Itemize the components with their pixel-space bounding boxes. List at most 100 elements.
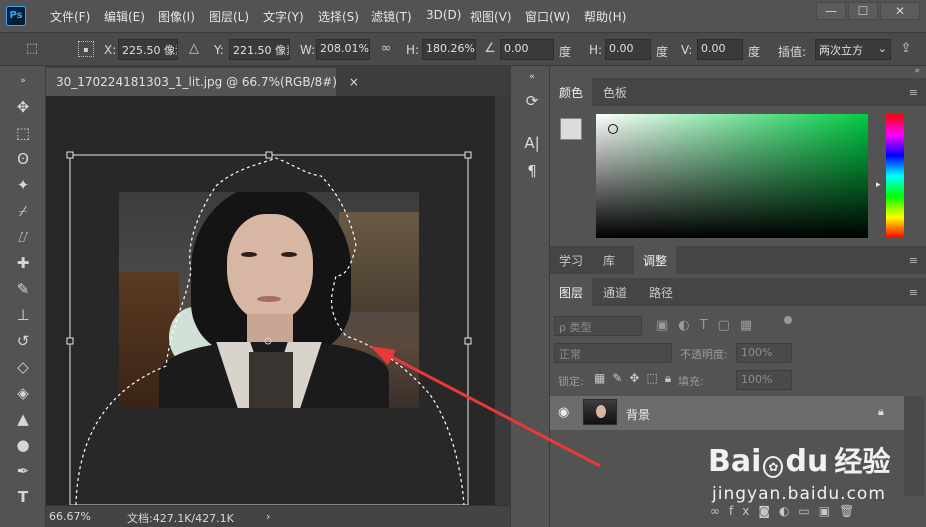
tab-learn[interactable]: 学习 — [550, 246, 592, 274]
menu-help[interactable]: 帮助(H) — [584, 8, 626, 25]
watermark-url: jingyan.baidu.com — [712, 484, 886, 504]
close-button[interactable]: ✕ — [880, 2, 920, 20]
transform-tool-icon[interactable]: ⬚ — [24, 41, 40, 57]
hue-slider-handle[interactable]: ▸ — [876, 180, 881, 190]
color-panel-tabs: 颜色 色板 ≡ — [550, 78, 926, 106]
filter-toggle-icon[interactable] — [784, 316, 792, 324]
reference-point-icon[interactable]: ▪ — [78, 41, 94, 57]
minimize-button[interactable]: — — [816, 2, 846, 20]
zoom-level[interactable]: 66.67% — [49, 510, 91, 523]
move-tool-icon[interactable]: ✥ — [10, 96, 36, 118]
h-field[interactable]: 180.26% — [422, 39, 476, 60]
layer-name[interactable]: 背景 — [626, 406, 650, 423]
menu-file[interactable]: 文件(F) — [50, 8, 90, 25]
canvas-area[interactable] — [46, 96, 494, 505]
opacity-field[interactable]: 100% — [736, 343, 792, 363]
fill-label: 填充: — [678, 375, 704, 388]
tab-color[interactable]: 颜色 — [550, 78, 593, 106]
color-picker-cursor[interactable] — [608, 124, 618, 134]
tab-channels[interactable]: 通道 — [594, 278, 636, 306]
w-field[interactable]: 208.01% — [316, 39, 370, 60]
tab-paths[interactable]: 路径 — [640, 278, 682, 306]
menu-image[interactable]: 图像(I) — [158, 8, 195, 25]
panel-menu-icon[interactable]: ≡ — [909, 254, 918, 267]
menu-type[interactable]: 文字(Y) — [263, 8, 304, 25]
w-label: W: — [300, 43, 316, 57]
collapse-toolbox-icon[interactable]: » — [10, 70, 36, 92]
status-menu-arrow[interactable]: › — [266, 510, 270, 523]
angle-field[interactable]: 0.00 — [500, 39, 554, 60]
clone-stamp-tool-icon[interactable]: ⊥ — [10, 304, 36, 326]
layer-filter-icons[interactable]: ▣◐T▢▦ — [656, 318, 762, 333]
menu-select[interactable]: 选择(S) — [318, 8, 359, 25]
menu-filter[interactable]: 滤镜(T) — [371, 8, 412, 25]
magic-wand-tool-icon[interactable]: ✦ — [10, 174, 36, 196]
layer-thumbnail — [583, 399, 617, 425]
dodge-tool-icon[interactable]: ● — [10, 434, 36, 456]
pen-tool-icon[interactable]: ✒ — [10, 460, 36, 482]
document-title: 30_170224181303_1_lit.jpg @ 66.7%(RGB/8#… — [56, 75, 337, 89]
tab-libraries[interactable]: 库 — [594, 246, 624, 274]
canvas-vertical-scrollbar[interactable] — [494, 96, 510, 505]
collapsed-panel-dock: « ⟳ A| ¶ — [510, 66, 550, 527]
type-tool-icon[interactable]: T — [10, 486, 36, 508]
history-panel-icon[interactable]: ⟳ — [521, 90, 543, 112]
menu-window[interactable]: 窗口(W) — [525, 8, 570, 25]
marquee-tool-icon[interactable]: ⬚ — [10, 122, 36, 144]
x-label: X: — [104, 43, 117, 57]
character-panel-icon[interactable]: A| — [521, 132, 543, 154]
maximize-button[interactable]: ☐ — [848, 2, 878, 20]
history-brush-tool-icon[interactable]: ↺ — [10, 330, 36, 352]
options-bar: ⬚ ▪ X: 225.50 像素 △ Y: 221.50 像素 W: 208.0… — [0, 32, 926, 66]
interpolation-select[interactable]: 两次立方 ⌄ — [815, 39, 891, 60]
panel-menu-icon[interactable]: ≡ — [909, 286, 918, 299]
hue-slider[interactable] — [886, 114, 904, 238]
crop-tool-icon[interactable]: ⌿ — [10, 200, 36, 222]
transform-handle — [464, 151, 472, 159]
lasso-tool-icon[interactable]: ʘ — [10, 148, 36, 170]
tab-swatches[interactable]: 色板 — [594, 78, 636, 106]
lock-icons[interactable]: ▦✎✥⬚🔒︎ — [594, 371, 678, 386]
layer-row[interactable]: ◉ 背景 🔒︎ — [550, 396, 904, 430]
x-field[interactable]: 225.50 像素 — [118, 39, 178, 60]
blur-tool-icon[interactable]: ▲ — [10, 408, 36, 430]
eraser-tool-icon[interactable]: ◇ — [10, 356, 36, 378]
paragraph-panel-icon[interactable]: ¶ — [521, 160, 543, 182]
panel-menu-icon[interactable]: ≡ — [909, 86, 918, 99]
y-label: Y: — [214, 43, 224, 57]
vskew-field[interactable]: 0.00 — [697, 39, 743, 60]
delta-icon[interactable]: △ — [186, 41, 202, 57]
menu-edit[interactable]: 编辑(E) — [104, 8, 145, 25]
photoshop-logo: Ps — [6, 6, 26, 26]
tab-adjustments[interactable]: 调整 — [634, 246, 677, 274]
layer-filter-select[interactable]: ρ 类型 — [554, 316, 642, 336]
fill-field[interactable]: 100% — [736, 370, 792, 390]
blend-mode-select[interactable]: 正常 — [554, 343, 672, 363]
collapse-dock-icon[interactable]: « — [521, 66, 543, 88]
menu-3d[interactable]: 3D(D) — [426, 8, 461, 22]
tab-layers[interactable]: 图层 — [550, 278, 593, 306]
visibility-eye-icon[interactable]: ◉ — [558, 405, 569, 420]
hskew-field[interactable]: 0.00 — [605, 39, 651, 60]
share-icon[interactable]: ⇪ — [898, 41, 914, 57]
lock-icon: 🔒︎ — [878, 405, 884, 418]
healing-brush-tool-icon[interactable]: ✚ — [10, 252, 36, 274]
close-tab-icon[interactable]: × — [349, 75, 359, 89]
foreground-color-swatch[interactable] — [560, 118, 582, 140]
hskew-unit: 度 — [656, 45, 669, 59]
menu-layer[interactable]: 图层(L) — [209, 8, 249, 25]
paint-bucket-tool-icon[interactable]: ◈ — [10, 382, 36, 404]
color-picker-field[interactable] — [596, 114, 868, 238]
link-icon[interactable]: ∞ — [378, 41, 394, 57]
eyedropper-tool-icon[interactable]: ⌰ — [10, 226, 36, 248]
brush-tool-icon[interactable]: ✎ — [10, 278, 36, 300]
chevron-down-icon: ⌄ — [877, 42, 887, 55]
menu-view[interactable]: 视图(V) — [470, 8, 512, 25]
toolbox: » ✥ ⬚ ʘ ✦ ⌿ ⌰ ✚ ✎ ⊥ ↺ ◇ ◈ ▲ ● ✒ T — [0, 66, 46, 527]
transform-handle — [265, 151, 273, 159]
interpolation-label: 插值: — [778, 45, 807, 59]
y-field[interactable]: 221.50 像素 — [229, 39, 290, 60]
expand-panels-icon[interactable]: » — [914, 66, 920, 76]
document-tab[interactable]: 30_170224181303_1_lit.jpg @ 66.7%(RGB/8#… — [46, 68, 359, 96]
status-bar: 66.67% 文档:427.1K/427.1K › — [46, 505, 510, 527]
